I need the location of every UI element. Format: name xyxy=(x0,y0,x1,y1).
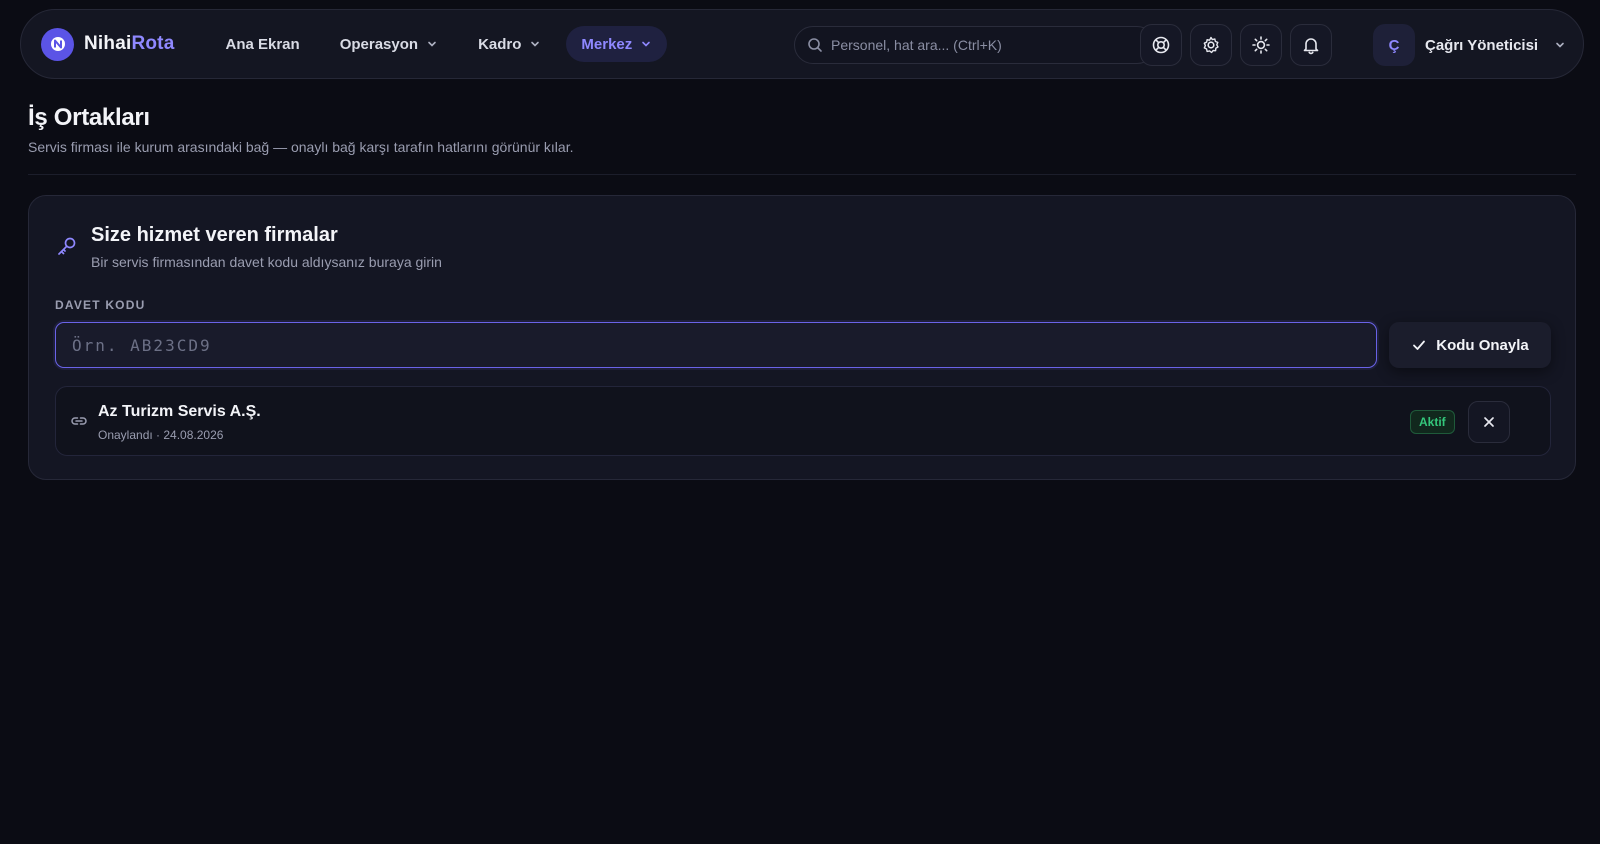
user-menu[interactable]: Ç Çağrı Yöneticisi xyxy=(1373,24,1566,66)
partner-name: Az Turizm Servis A.Ş. xyxy=(98,403,261,420)
search-icon xyxy=(808,38,822,52)
invite-code-label: DAVET KODU xyxy=(55,298,146,312)
brand-logo[interactable]: NihaiRota xyxy=(41,27,174,61)
nav-item-label: Merkez xyxy=(581,35,633,53)
bell-icon xyxy=(1303,38,1319,55)
gear-icon xyxy=(1203,36,1219,54)
page-title: İş Ortakları xyxy=(28,104,150,131)
avatar: Ç xyxy=(1373,24,1415,66)
confirm-code-label: Kodu Onayla xyxy=(1436,336,1529,354)
notifications-button[interactable] xyxy=(1290,24,1332,66)
brand-name-part1: Nihai xyxy=(84,33,132,54)
search-placeholder: Personel, hat ara... (Ctrl+K) xyxy=(831,37,1002,53)
help-icon xyxy=(1152,36,1170,54)
brand-name: NihaiRota xyxy=(84,33,174,55)
nav-item-kadro[interactable]: Kadro xyxy=(463,26,556,62)
card-header: Size hizmet veren firmalar Bir servis fi… xyxy=(55,224,442,270)
list-item: Az Turizm Servis A.Ş. Onaylandı · 24.08.… xyxy=(55,386,1551,456)
sun-icon xyxy=(1252,36,1270,54)
header-divider xyxy=(28,174,1576,175)
nav-item-merkez[interactable]: Merkez xyxy=(566,26,668,62)
chevron-down-icon xyxy=(428,41,436,47)
main-nav: Ana Ekran Operasyon Kadro Merkez xyxy=(210,26,668,62)
chevron-down-icon xyxy=(531,41,540,47)
card-title: Size hizmet veren firmalar xyxy=(91,224,338,246)
status-badge: Aktif xyxy=(1410,410,1455,434)
close-icon xyxy=(1484,417,1494,427)
chevron-down-icon xyxy=(642,41,651,47)
card-subtitle: Bir servis firmasından davet kodu aldıys… xyxy=(91,254,442,270)
nav-item-label: Operasyon xyxy=(339,35,419,53)
key-icon xyxy=(58,237,76,255)
global-search[interactable]: Personel, hat ara... (Ctrl+K) xyxy=(794,26,1156,64)
remove-partner-button[interactable] xyxy=(1468,401,1510,443)
help-button[interactable] xyxy=(1140,24,1182,66)
partners-card: Size hizmet veren firmalar Bir servis fi… xyxy=(28,195,1576,480)
confirm-code-button[interactable]: Kodu Onayla xyxy=(1389,322,1551,368)
logo-mark-icon xyxy=(41,27,74,61)
nav-item-ana-ekran[interactable]: Ana Ekran xyxy=(210,26,314,62)
page-header: İş Ortakları Servis firması ile kurum ar… xyxy=(28,104,1576,155)
theme-toggle-button[interactable] xyxy=(1240,24,1282,66)
settings-button[interactable] xyxy=(1190,24,1232,66)
invite-code-input[interactable] xyxy=(55,322,1377,368)
check-icon xyxy=(1413,340,1426,350)
user-name: Çağrı Yöneticisi xyxy=(1425,36,1539,54)
nav-item-label: Ana Ekran xyxy=(225,35,300,53)
nav-item-operasyon[interactable]: Operasyon xyxy=(325,26,453,62)
link-icon xyxy=(71,417,87,425)
page-subtitle: Servis firması ile kurum arasındaki bağ … xyxy=(28,139,574,155)
top-navigation-bar: NihaiRota Ana Ekran Operasyon Kadro Merk… xyxy=(20,9,1584,79)
chevron-down-icon xyxy=(1556,42,1564,48)
nav-item-label: Kadro xyxy=(478,35,522,53)
brand-name-part2: Rota xyxy=(131,33,175,54)
partner-meta: Onaylandı · 24.08.2026 xyxy=(98,428,224,442)
